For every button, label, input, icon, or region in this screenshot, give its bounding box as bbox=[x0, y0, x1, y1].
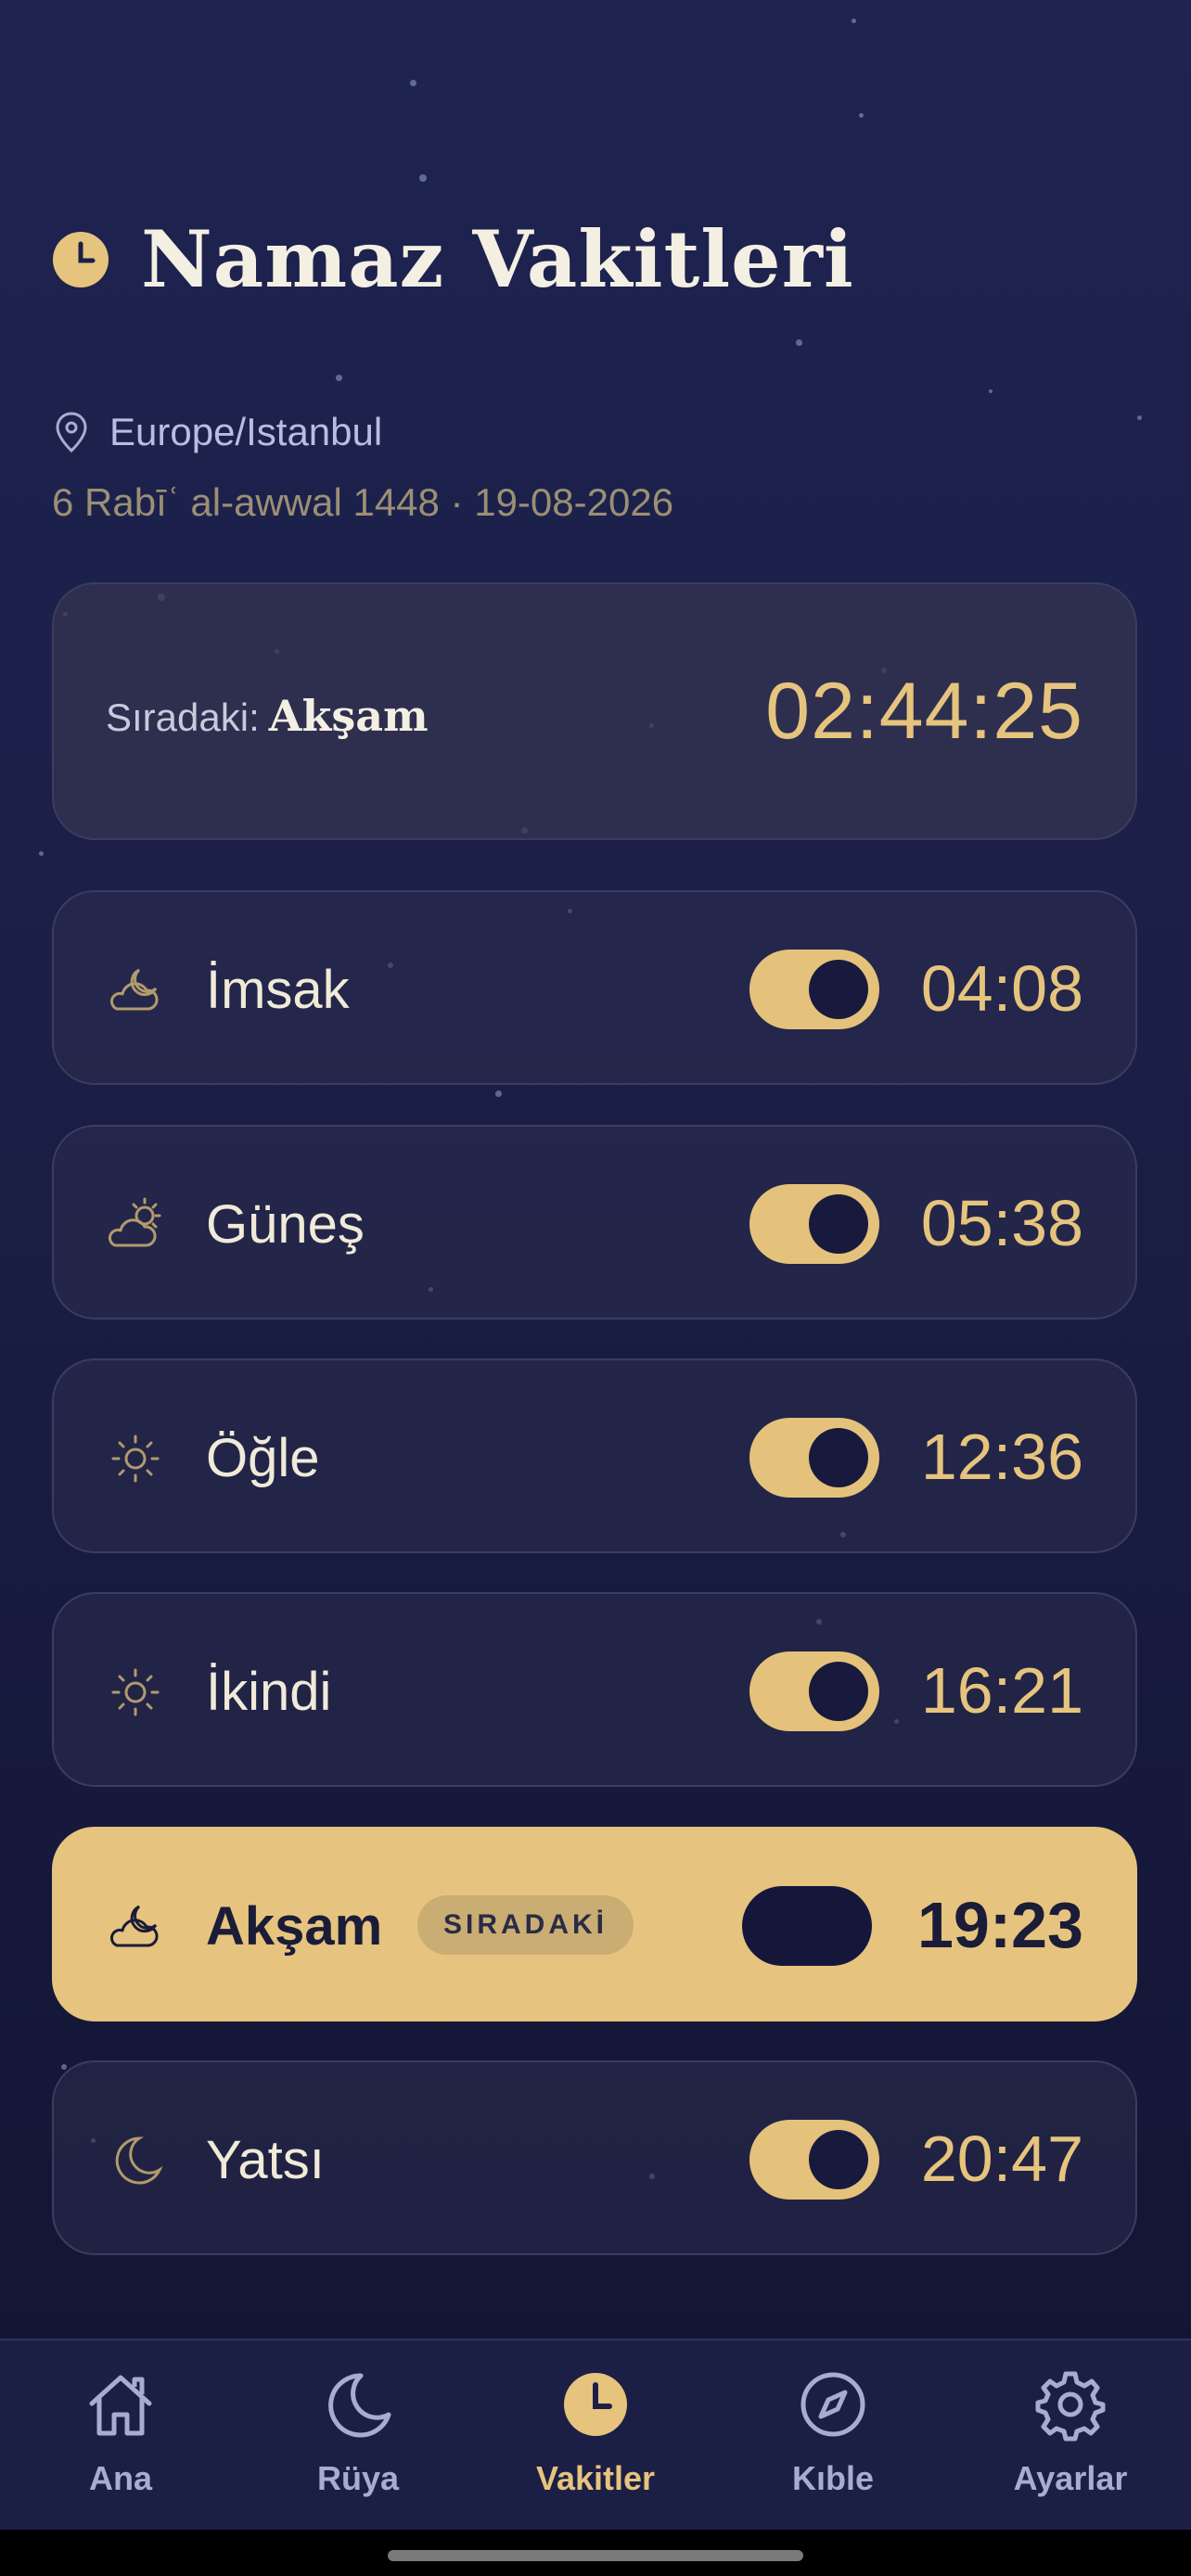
prayer-name: Güneş bbox=[206, 1194, 365, 1255]
cloud-moon-icon bbox=[109, 1905, 159, 1947]
prayer-name: Akşam bbox=[206, 1896, 383, 1957]
cloud-sun-icon bbox=[108, 1197, 161, 1247]
home-icon bbox=[89, 2375, 152, 2436]
location-pin-icon bbox=[56, 412, 87, 453]
page-title: Namaz Vakitleri bbox=[141, 213, 854, 305]
cloud-moon-icon bbox=[109, 968, 159, 1011]
compass-icon bbox=[800, 2372, 865, 2437]
tab-ana[interactable]: Ana bbox=[28, 2366, 213, 2498]
prayer-row-imsak: İmsak 04:08 bbox=[52, 890, 1137, 1085]
next-badge: SIRADAKİ bbox=[417, 1895, 634, 1955]
prayer-time: 20:47 bbox=[920, 2123, 1083, 2195]
notification-toggle[interactable] bbox=[749, 1418, 879, 1498]
prayer-row-gunes: Güneş 05:38 bbox=[52, 1125, 1137, 1320]
prayer-row-yatsi: Yatsı 20:47 bbox=[52, 2060, 1137, 2255]
moon-icon bbox=[115, 2136, 163, 2185]
tab-label: Rüya bbox=[316, 2459, 400, 2497]
prayer-name: İkindi bbox=[206, 1662, 332, 1722]
location-text: Europe/Istanbul bbox=[109, 410, 383, 453]
next-prayer-card: Sıradaki: Akşam 02:44:25 bbox=[52, 582, 1137, 840]
tab-vakitler[interactable]: Vakitler bbox=[503, 2366, 688, 2498]
tab-label: Kıble bbox=[791, 2459, 874, 2497]
prayer-time: 16:21 bbox=[920, 1654, 1083, 1727]
tab-ayarlar[interactable]: Ayarlar bbox=[978, 2366, 1163, 2498]
notification-toggle[interactable] bbox=[749, 2120, 879, 2200]
countdown-timer: 02:44:25 bbox=[765, 667, 1083, 756]
prayer-time: 12:36 bbox=[920, 1421, 1083, 1493]
prayer-name: Yatsı bbox=[206, 2130, 325, 2190]
bottom-tab-bar: Ana Rüya Vakitler Kıble Ayarlar bbox=[0, 2339, 1191, 2531]
clock-icon bbox=[564, 2373, 627, 2436]
next-prayer-label: Sıradaki: bbox=[106, 695, 260, 739]
clock-icon bbox=[53, 231, 109, 287]
prayer-row-ikindi: İkindi 16:21 bbox=[52, 1592, 1137, 1787]
notification-toggle[interactable] bbox=[742, 1886, 872, 1966]
tab-ruya[interactable]: Rüya bbox=[265, 2366, 451, 2498]
prayer-row-aksam: Akşam SIRADAKİ 19:23 bbox=[52, 1827, 1137, 2021]
notification-toggle[interactable] bbox=[749, 1651, 879, 1731]
prayer-time: 19:23 bbox=[916, 1889, 1083, 1961]
next-prayer-name: Akşam bbox=[268, 691, 429, 741]
location-label: Europe/Istanbul bbox=[54, 410, 382, 454]
home-indicator[interactable] bbox=[388, 2550, 803, 2561]
page-header: Namaz Vakitleri bbox=[52, 213, 854, 305]
tab-label: Ana bbox=[88, 2459, 152, 2497]
prayer-time: 04:08 bbox=[920, 952, 1083, 1025]
notification-toggle[interactable] bbox=[749, 1184, 879, 1264]
tab-kible[interactable]: Kıble bbox=[740, 2366, 926, 2498]
prayer-name: İmsak bbox=[206, 960, 350, 1020]
prayer-row-ogle: Öğle 12:36 bbox=[52, 1358, 1137, 1553]
prayer-name: Öğle bbox=[206, 1428, 320, 1488]
prayer-time: 05:38 bbox=[920, 1187, 1083, 1259]
notification-toggle[interactable] bbox=[749, 950, 879, 1029]
moon-icon bbox=[328, 2373, 391, 2438]
sun-icon bbox=[111, 1668, 160, 1716]
tab-label: Vakitler bbox=[535, 2459, 656, 2497]
sun-icon bbox=[111, 1435, 160, 1483]
gear-icon bbox=[1035, 2371, 1106, 2442]
date-line: 6 Rabīʿ al-awwal 1448 · 19-08-2026 bbox=[52, 480, 674, 524]
tab-label: Ayarlar bbox=[1013, 2459, 1128, 2497]
